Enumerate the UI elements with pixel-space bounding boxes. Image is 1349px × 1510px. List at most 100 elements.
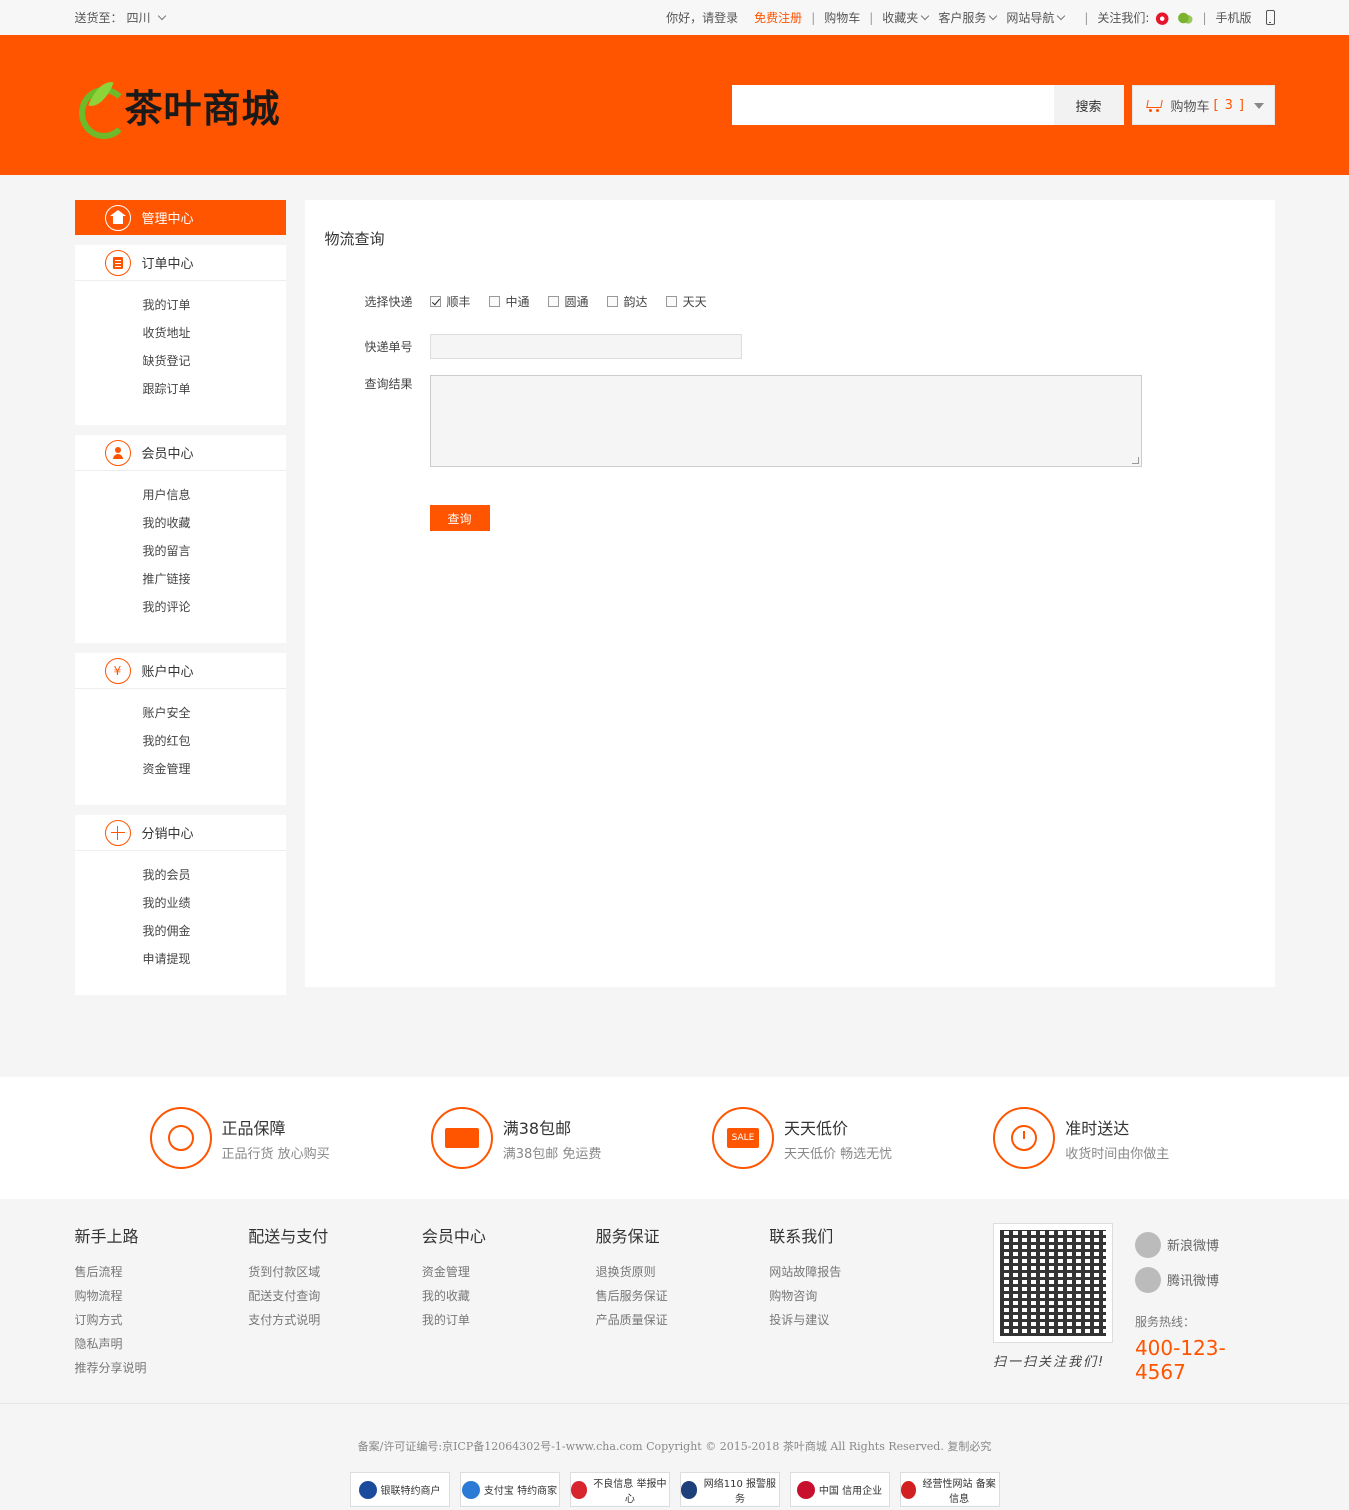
sidebar-item-messages[interactable]: 我的留言 — [143, 539, 286, 567]
sidebar-item-red-packet[interactable]: 我的红包 — [143, 729, 286, 757]
sidebar-item-commission[interactable]: 我的佣金 — [143, 919, 286, 947]
sidebar-item-track-order[interactable]: 跟踪订单 — [143, 377, 286, 405]
footer-link[interactable]: 支付方式说明 — [248, 1311, 422, 1335]
weibo-link[interactable]: 新浪微博 — [1134, 1227, 1275, 1262]
divider: | — [1202, 10, 1207, 25]
sidebar-item-security[interactable]: 账户安全 — [143, 701, 286, 729]
qr-code-icon — [999, 1230, 1106, 1336]
footer-link[interactable]: 售后服务保证 — [596, 1287, 770, 1311]
page-title: 物流查询 — [324, 230, 385, 248]
logo-text: 茶叶商城 — [124, 86, 281, 131]
footer-link[interactable]: 网站故障报告 — [769, 1263, 943, 1287]
sidebar-item-performance[interactable]: 我的业绩 — [143, 891, 286, 919]
sidebar-group-distribution: 分销中心 我的会员 我的业绩 我的佣金 申请提现 — [74, 815, 286, 995]
footer-column-title: 配送与支付 — [248, 1227, 329, 1246]
cert-badge[interactable]: 支付宝 特约商家 — [459, 1472, 560, 1507]
feature-item: 准时送达 收货时间由你做主 — [993, 1107, 1274, 1169]
cert-badge[interactable]: 中国 信用企业 — [789, 1472, 890, 1507]
courier-checkbox[interactable]: 韵达 — [606, 293, 648, 310]
unionpay-icon — [358, 1480, 377, 1499]
checkbox-icon — [606, 296, 618, 307]
courier-name: 天天 — [682, 295, 707, 309]
query-button[interactable]: 查询 — [429, 505, 490, 531]
sidebar-item-user-info[interactable]: 用户信息 — [143, 483, 286, 511]
cert-label: 不良信息 举报中心 — [593, 1478, 667, 1505]
footer-link[interactable]: 推荐分享说明 — [75, 1359, 249, 1383]
cert-badge[interactable]: 经营性网站 备案信息 — [899, 1472, 1000, 1507]
search-button[interactable]: 搜索 — [1053, 85, 1124, 125]
top-cart-link[interactable]: 购物车 — [824, 9, 860, 26]
search-input[interactable] — [731, 85, 1054, 125]
location-value: 四川 — [126, 11, 151, 25]
sidebar-group-header[interactable]: 会员中心 — [74, 435, 286, 471]
footer-link[interactable]: 我的收藏 — [422, 1287, 596, 1311]
tracking-number-input[interactable] — [429, 334, 742, 359]
sidebar-home[interactable]: 管理中心 — [74, 200, 286, 235]
logo[interactable]: 茶叶商城 — [77, 78, 281, 139]
sidebar-item-my-members[interactable]: 我的会员 — [143, 863, 286, 891]
footer-link[interactable]: 配送支付查询 — [248, 1287, 422, 1311]
wechat-icon[interactable] — [1177, 10, 1194, 25]
footer-link[interactable]: 退换货原则 — [596, 1263, 770, 1287]
courier-checkbox[interactable]: 中通 — [488, 293, 530, 310]
footer-link[interactable]: 购物流程 — [75, 1287, 249, 1311]
feature-item: SALE 天天低价 天天低价 畅选无忧 — [712, 1107, 993, 1169]
register-link[interactable]: 免费注册 — [754, 9, 802, 26]
mobile-link[interactable]: 手机版 — [1215, 9, 1251, 26]
sidebar-group-title: 分销中心 — [141, 827, 194, 842]
top-bar: 送货至： 四川 你好，请登录 免费注册 | 购物车 | 收藏夹 客户服务 网站导… — [0, 0, 1349, 35]
footer-column: 服务保证 退换货原则 售后服务保证 产品质量保证 — [596, 1223, 770, 1384]
service-label: 客户服务 — [938, 11, 987, 25]
sidebar-group-header[interactable]: 分销中心 — [74, 815, 286, 851]
footer-link[interactable]: 我的订单 — [422, 1311, 596, 1335]
footer-link[interactable]: 购物咨询 — [769, 1287, 943, 1311]
sidebar-item-reviews[interactable]: 我的评论 — [143, 595, 286, 623]
feature-title: 天天低价 — [784, 1118, 849, 1138]
footer-link[interactable]: 售后流程 — [75, 1263, 249, 1287]
courier-checkbox[interactable]: 顺丰 — [429, 293, 471, 310]
courier-checkbox[interactable]: 圆通 — [547, 293, 589, 310]
sidebar-group-header[interactable]: ¥ 账户中心 — [74, 653, 286, 689]
sidebar-group-title: 订单中心 — [141, 257, 194, 272]
cert-badge[interactable]: 网络110 报警服务 — [679, 1472, 780, 1507]
phone-icon[interactable] — [1265, 10, 1275, 25]
login-link[interactable]: 你好，请登录 — [666, 9, 738, 26]
cart-icon — [1145, 98, 1163, 112]
footer-link[interactable]: 订购方式 — [75, 1311, 249, 1335]
cert-badge[interactable]: 银联特约商户 — [349, 1472, 450, 1507]
footer-link[interactable]: 隐私声明 — [75, 1335, 249, 1359]
result-textarea[interactable] — [429, 375, 1142, 467]
cart-count: 3 — [1224, 97, 1233, 113]
follow-label: 关注我们: — [1097, 11, 1150, 25]
sidebar-item-promo-link[interactable]: 推广链接 — [143, 567, 286, 595]
sidebar-item-stockout[interactable]: 缺货登记 — [143, 349, 286, 377]
courier-checkbox[interactable]: 天天 — [665, 293, 707, 310]
header-cart-button[interactable]: 购物车 [ 3 ] — [1131, 85, 1275, 125]
footer-link[interactable]: 投诉与建议 — [769, 1311, 943, 1335]
footer-link[interactable]: 资金管理 — [422, 1263, 596, 1287]
badge-icon — [149, 1107, 212, 1169]
sidebar-item-address[interactable]: 收货地址 — [143, 321, 286, 349]
service-menu[interactable]: 客户服务 — [938, 9, 998, 26]
feature-title: 满38包邮 — [502, 1118, 572, 1138]
sidebar-group-header[interactable]: 订单中心 — [74, 245, 286, 281]
sidebar-item-favorites[interactable]: 我的收藏 — [143, 511, 286, 539]
sidebar-item-my-orders[interactable]: 我的订单 — [143, 293, 286, 321]
cart-label: 购物车 — [1170, 99, 1210, 115]
footer-link[interactable]: 产品质量保证 — [596, 1311, 770, 1335]
favorites-menu[interactable]: 收藏夹 — [882, 9, 930, 26]
footer-column: 新手上路 售后流程 购物流程 订购方式 隐私声明 推荐分享说明 — [75, 1223, 249, 1384]
tencent-weibo-link[interactable]: 腾讯微博 — [1134, 1262, 1275, 1297]
weibo-label: 新浪微博 — [1166, 1239, 1219, 1254]
cert-badge[interactable]: 不良信息 举报中心 — [569, 1472, 670, 1507]
sidebar-item-funds[interactable]: 资金管理 — [143, 757, 286, 785]
chevron-down-icon — [989, 11, 998, 20]
location-label: 送货至： — [74, 11, 123, 25]
delivery-location[interactable]: 送货至： 四川 — [75, 9, 167, 26]
weibo-icon[interactable] — [1155, 10, 1172, 25]
contact-side: 新浪微博 腾讯微博 服务热线： 400-123-4567 — [1134, 1223, 1275, 1384]
footer-link[interactable]: 货到付款区域 — [248, 1263, 422, 1287]
site-nav-menu[interactable]: 网站导航 — [1006, 9, 1066, 26]
sidebar-item-withdraw[interactable]: 申请提现 — [143, 947, 286, 975]
favorites-label: 收藏夹 — [882, 11, 919, 25]
